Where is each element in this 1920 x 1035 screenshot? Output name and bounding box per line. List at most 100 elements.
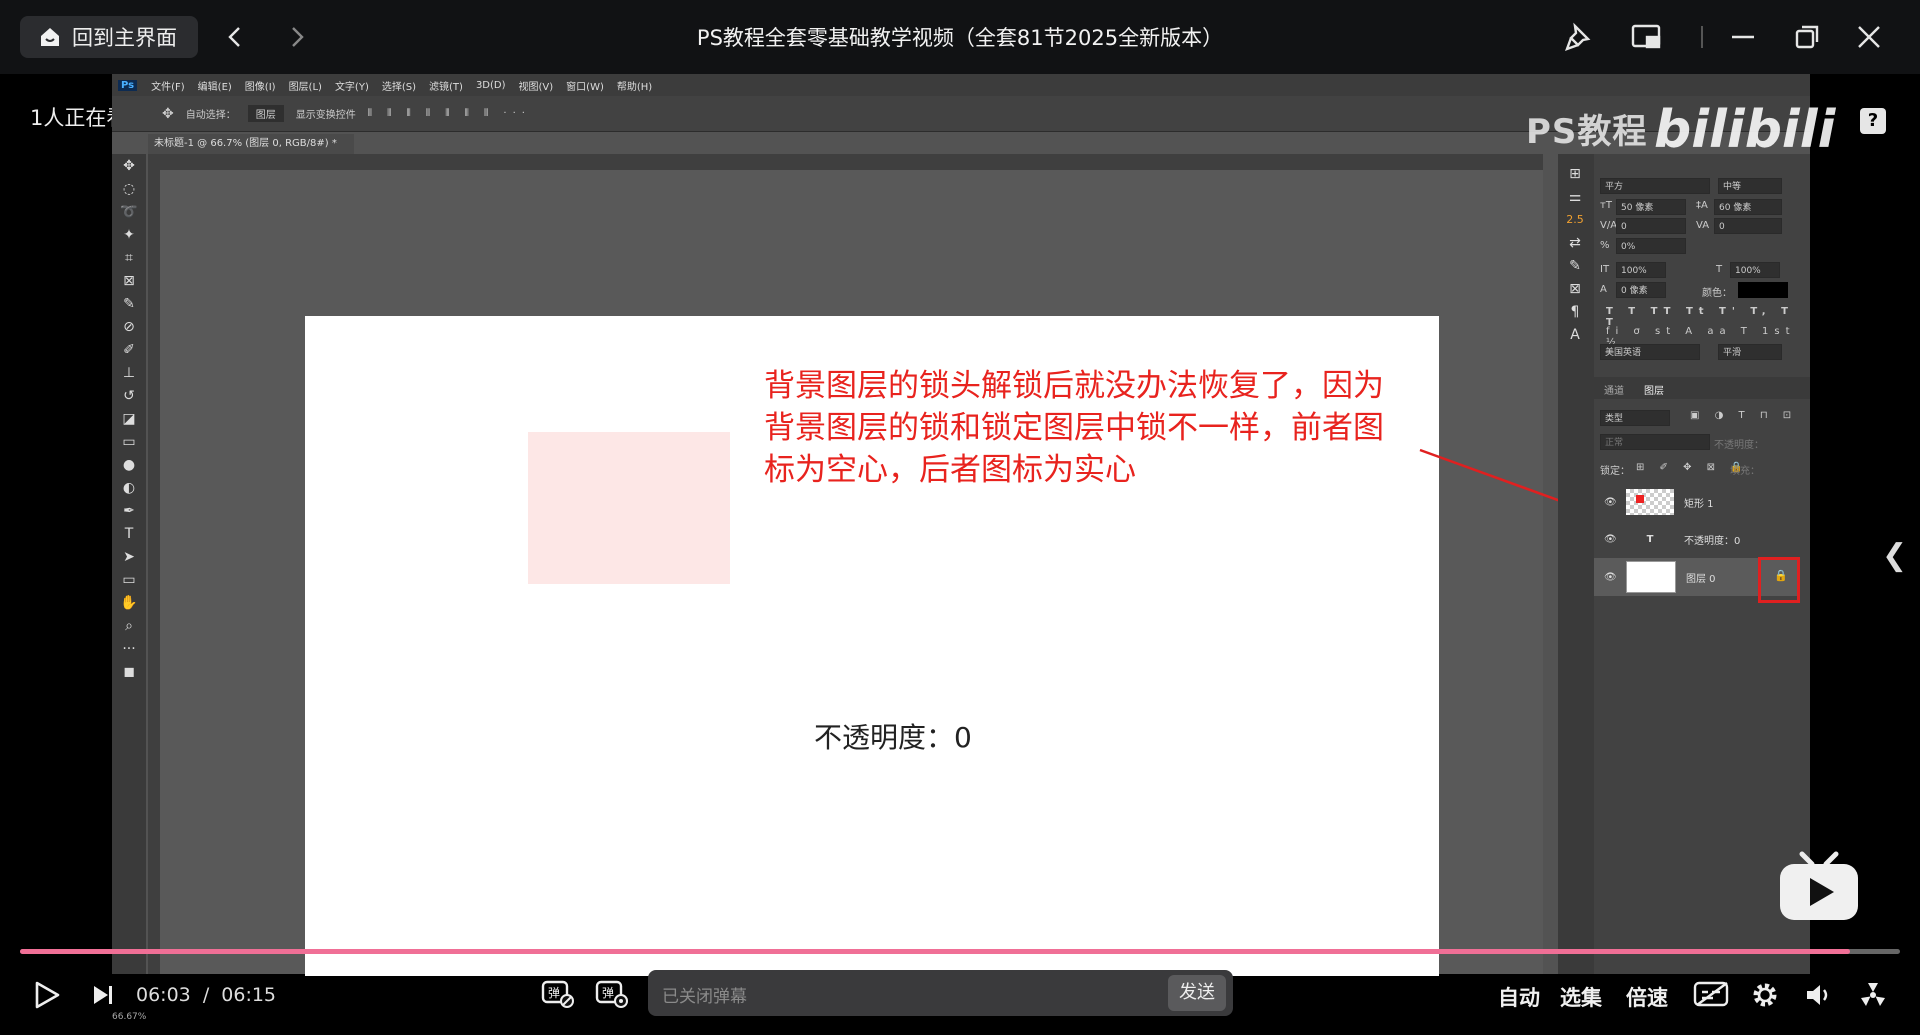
ps-menu-type: 文字(Y) (334, 81, 369, 93)
character-icon: A (1570, 326, 1580, 343)
baseline-field: 0 像素 (1616, 282, 1666, 298)
ps-menu-help: 帮助(H) (616, 81, 653, 93)
brush-settings-icon: ⚌ (1568, 188, 1582, 205)
tab-layers: 图层 (1644, 386, 1664, 397)
eye-icon: 👁 (1604, 496, 1617, 508)
layer-thumb-rect (1626, 489, 1674, 515)
history-brush-icon: ↺ (123, 387, 135, 404)
kerning-field: 0 (1616, 218, 1686, 234)
layer-filter-icons: ▣ ◑ T ⊓ ⊡ (1690, 410, 1798, 421)
canvas-opacity-text: 不透明度：0 (814, 721, 972, 754)
danmaku-off-icon: 弹 (541, 980, 574, 1008)
time-separator: / (202, 984, 210, 1006)
danmaku-toggle-button[interactable]: 弹 (540, 976, 576, 1010)
size-icon: 2.5 (1566, 213, 1584, 226)
ps-status-zoom: 66.67% (112, 1012, 147, 1022)
more-icon: ··· (122, 640, 136, 657)
healing-icon: ⊘ (123, 318, 135, 335)
close-icon (1858, 26, 1880, 48)
watermark-text: PS教程 (1526, 112, 1648, 152)
layer-row-text: 👁 T 不透明度：0 (1594, 521, 1794, 557)
hand-icon: ✋ (120, 594, 138, 611)
settings-button[interactable] (1748, 978, 1782, 1012)
restore-button[interactable] (1790, 20, 1824, 54)
layer-name: 矩形 1 (1684, 498, 1714, 510)
side-panel-toggle[interactable]: ❮ (1882, 538, 1907, 573)
annotation-text: 背景图层的锁头解锁后就没办法恢复了，因为背景图层的锁和锁定图层中锁不一样，前者图… (764, 368, 1384, 488)
ps-document-tab: 未标题-1 @ 66.7% (图层 0, RGB/8#) * (148, 134, 354, 154)
language-field: 美国英语 (1600, 344, 1700, 360)
eraser-icon: ◪ (122, 410, 136, 427)
vscale-icon: IT (1600, 264, 1610, 275)
lock-highlight-box (1758, 557, 1800, 603)
episodes-button[interactable]: 选集 (1560, 982, 1602, 1012)
color-swatch-icon: ◼ (123, 663, 135, 680)
ps-logo-icon: Ps (118, 79, 138, 91)
font-size-field: 50 像素 (1616, 199, 1686, 215)
layer-filter-field: 类型 (1600, 410, 1670, 426)
fullscreen-button[interactable] (1856, 978, 1890, 1012)
chevron-left-icon: ❮ (1882, 538, 1908, 573)
ps-menu-window: 窗口(W) (566, 81, 604, 93)
gradient-icon: ▭ (122, 433, 136, 450)
ps-menu-view: 视图(V) (518, 81, 554, 93)
minimize-button[interactable] (1726, 20, 1760, 54)
close-button[interactable] (1852, 20, 1886, 54)
dodge-icon: ◐ (122, 479, 136, 496)
ps-ruler-top (148, 154, 1543, 170)
time-display: 06:03 / 06:15 (136, 984, 276, 1006)
eye-icon: 👁 (1604, 533, 1617, 545)
crop-icon: ⌗ (125, 249, 133, 266)
tv-icon (1780, 851, 1858, 920)
current-time: 06:03 (136, 984, 191, 1006)
question-icon[interactable]: ? (1860, 108, 1886, 134)
layer-thumb-white (1626, 561, 1676, 593)
brush-icon: ✐ (123, 341, 135, 358)
layer-name: 不透明度：0 (1684, 535, 1741, 547)
volume-icon (1807, 985, 1828, 1005)
bilibili-logo: bilibili (1654, 100, 1836, 160)
subtitle-button[interactable] (1692, 978, 1732, 1010)
path-select-icon: ➤ (123, 548, 135, 565)
mini-player-button[interactable] (1630, 20, 1664, 54)
ps-menu-file: 文件(F) (151, 81, 185, 93)
type-icon: T (124, 525, 134, 542)
play-icon (35, 981, 60, 1009)
leading-icon: ‡A (1696, 200, 1708, 211)
ps-toolbar: ✥ ◌ ➰ ✦ ⌗ ⊠ ✎ ⊘ ✐ ⊥ ↺ ◪ ▭ ● ◐ ✒ T ➤ ▭ ✋ … (112, 154, 146, 974)
ps-menu-select: 选择(S) (381, 81, 417, 93)
align-icons: ⫴ ⫴ ⫴ ⫴ ⫴ ⫴ ⫴ ··· (367, 108, 531, 119)
lasso-icon: ➰ (120, 203, 138, 220)
blend-mode-field: 正常 (1600, 434, 1710, 450)
play-button[interactable] (30, 978, 64, 1012)
bilibili-tv-icon[interactable] (1778, 850, 1860, 922)
ps-menu-layer: 图层(L) (288, 81, 322, 93)
scale-icon: % (1600, 240, 1610, 251)
scale-field: 0% (1616, 238, 1686, 254)
zoom-icon: ⌕ (125, 617, 133, 634)
baseline-icon: A (1600, 284, 1607, 295)
pin-button[interactable] (1562, 20, 1596, 54)
ps-panel-icons: ⊞ ⚌ 2.5 ⇄ ✎ ⊠ ¶ A (1558, 154, 1594, 974)
svg-text:弹: 弹 (548, 986, 560, 1000)
frame-icon: ⊠ (123, 272, 135, 289)
layer-name: 图层 0 (1686, 573, 1716, 585)
hscale-icon: T (1716, 264, 1723, 275)
color-swatch (1738, 282, 1788, 298)
quality-button[interactable]: 自动 (1498, 982, 1540, 1012)
history-icon: ⊞ (1569, 165, 1581, 182)
auto-select-label: 自动选择： (185, 110, 236, 121)
move-icon: ✥ (123, 157, 135, 174)
send-button[interactable]: 发送 (1168, 975, 1226, 1011)
fan-icon (1861, 983, 1885, 1006)
move-tool-icon: ✥ (162, 105, 174, 122)
layer-row-rect: 👁 矩形 1 (1594, 484, 1794, 520)
pink-rectangle-layer (528, 432, 730, 584)
speed-button[interactable]: 倍速 (1626, 982, 1668, 1012)
next-button[interactable] (86, 978, 120, 1012)
svg-text:弹: 弹 (602, 986, 614, 1000)
fill-label: 填充： (1730, 466, 1760, 477)
color-label: 颜色： (1702, 288, 1732, 299)
danmaku-settings-button[interactable]: 弹 (594, 976, 630, 1010)
volume-button[interactable] (1802, 978, 1836, 1012)
